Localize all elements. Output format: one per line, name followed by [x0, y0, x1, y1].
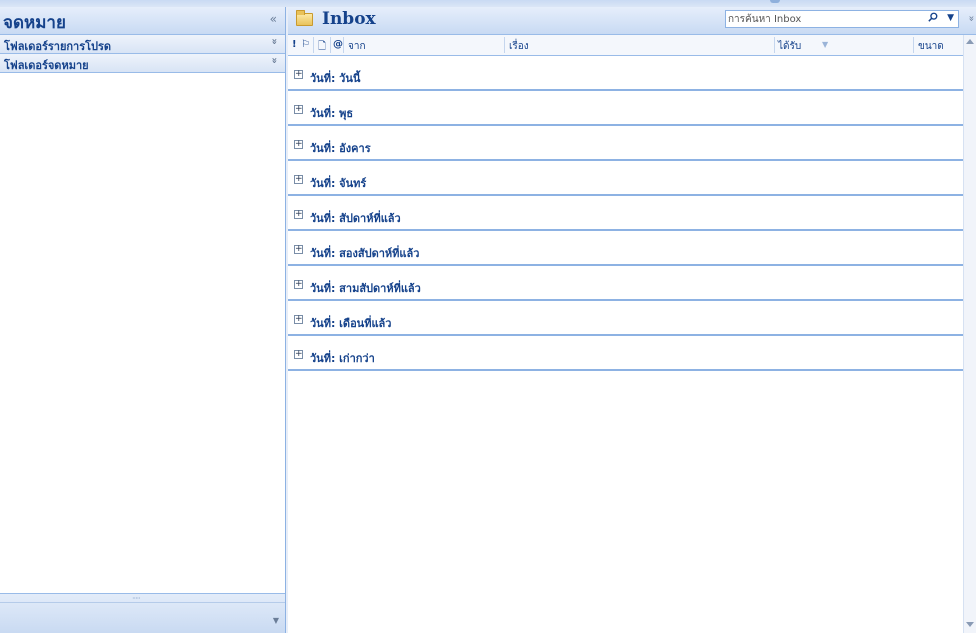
- date-group-older[interactable]: + วันที่: เก่ากว่า: [288, 336, 964, 371]
- expand-group-icon[interactable]: +: [294, 280, 303, 289]
- footer-divider: [0, 602, 285, 603]
- column-header-row: ! ⚐ 🗋 @ จาก เรื่อง ได้รับ ▼ ขนาด: [288, 35, 964, 56]
- group-label: วันที่: อังคาร: [310, 142, 371, 155]
- mail-folders-section[interactable]: โฟลเดอร์จดหมาย »: [0, 54, 285, 73]
- date-group-today[interactable]: + วันที่: วันนี้: [288, 56, 964, 91]
- column-separator: [913, 37, 914, 53]
- search-input[interactable]: [728, 12, 918, 26]
- search-box: ▼: [725, 10, 959, 28]
- date-group-three-weeks-ago[interactable]: + วันที่: สามสัปดาห์ที่แล้ว: [288, 266, 964, 301]
- group-label: วันที่: เก่ากว่า: [310, 352, 375, 365]
- scroll-down-icon[interactable]: [966, 622, 974, 627]
- column-separator: [313, 37, 314, 53]
- group-label: วันที่: สองสัปดาห์ที่แล้ว: [310, 247, 420, 260]
- date-group-last-week[interactable]: + วันที่: สัปดาห์ที่แล้ว: [288, 196, 964, 231]
- flag-column-icon[interactable]: ⚐: [301, 39, 310, 50]
- favorites-folders-section[interactable]: โฟลเดอร์รายการโปรด »: [0, 35, 285, 54]
- column-separator: [330, 37, 331, 53]
- sort-descending-icon[interactable]: ▼: [822, 40, 828, 49]
- collapse-pane-icon[interactable]: «: [270, 12, 277, 26]
- group-label: วันที่: เดือนที่แล้ว: [310, 317, 392, 330]
- expand-group-icon[interactable]: +: [294, 70, 303, 79]
- item-type-column-icon[interactable]: 🗋: [318, 39, 326, 56]
- group-label: วันที่: วันนี้: [310, 72, 361, 85]
- expand-group-icon[interactable]: +: [294, 105, 303, 114]
- message-list-pane: Inbox ▼ » ! ⚐ 🗋 @ จาก เรื่อง ได้รับ ▼ ขน…: [288, 7, 976, 633]
- expand-group-icon[interactable]: +: [294, 140, 303, 149]
- section-label: โฟลเดอร์รายการโปรด: [4, 40, 112, 53]
- scroll-up-icon[interactable]: [966, 39, 974, 44]
- expand-group-icon[interactable]: +: [294, 245, 303, 254]
- date-group-wednesday[interactable]: + วันที่: พุธ: [288, 91, 964, 126]
- column-separator: [343, 37, 344, 53]
- navigation-pane-footer: ····· ▼: [0, 593, 285, 633]
- search-icon[interactable]: [928, 12, 938, 22]
- date-group-last-month[interactable]: + วันที่: เดือนที่แล้ว: [288, 301, 964, 336]
- expand-section-icon[interactable]: »: [268, 57, 279, 63]
- column-from[interactable]: จาก: [348, 39, 366, 54]
- column-size[interactable]: ขนาด: [918, 39, 944, 54]
- navigation-pane: จดหมาย « โฟลเดอร์รายการโปรด » โฟลเดอร์จด…: [0, 7, 286, 633]
- expand-reading-pane-icon[interactable]: »: [965, 15, 976, 21]
- top-strip-handle: [770, 0, 780, 3]
- group-label: วันที่: สามสัปดาห์ที่แล้ว: [310, 282, 421, 295]
- expand-group-icon[interactable]: +: [294, 315, 303, 324]
- column-separator: [504, 37, 505, 53]
- attachment-column-icon[interactable]: @: [333, 39, 343, 50]
- folder-title: Inbox: [322, 9, 376, 29]
- section-label: โฟลเดอร์จดหมาย: [4, 59, 89, 72]
- vertical-scrollbar[interactable]: [963, 35, 976, 633]
- message-groups: + วันที่: วันนี้ + วันที่: พุธ + วันที่:…: [288, 56, 964, 371]
- group-label: วันที่: สัปดาห์ที่แล้ว: [310, 212, 401, 225]
- search-options-dropdown-icon[interactable]: ▼: [947, 13, 954, 23]
- footer-dropdown-icon[interactable]: ▼: [273, 616, 279, 625]
- inbox-folder-icon: [296, 10, 313, 26]
- top-strip: [0, 0, 976, 7]
- group-label: วันที่: จันทร์: [310, 177, 367, 190]
- expand-group-icon[interactable]: +: [294, 350, 303, 359]
- expand-group-icon[interactable]: +: [294, 175, 303, 184]
- group-label: วันที่: พุธ: [310, 107, 354, 120]
- expand-group-icon[interactable]: +: [294, 210, 303, 219]
- column-subject[interactable]: เรื่อง: [509, 39, 529, 54]
- navigation-pane-title: จดหมาย: [3, 13, 66, 33]
- column-received[interactable]: ได้รับ: [778, 39, 801, 54]
- importance-column-icon[interactable]: !: [292, 39, 297, 50]
- column-separator: [774, 37, 775, 53]
- expand-section-icon[interactable]: »: [268, 38, 279, 44]
- date-group-monday[interactable]: + วันที่: จันทร์: [288, 161, 964, 196]
- navigation-pane-header: จดหมาย «: [0, 7, 285, 35]
- message-list-header: Inbox ▼ »: [288, 7, 976, 35]
- date-group-two-weeks-ago[interactable]: + วันที่: สองสัปดาห์ที่แล้ว: [288, 231, 964, 266]
- date-group-tuesday[interactable]: + วันที่: อังคาร: [288, 126, 964, 161]
